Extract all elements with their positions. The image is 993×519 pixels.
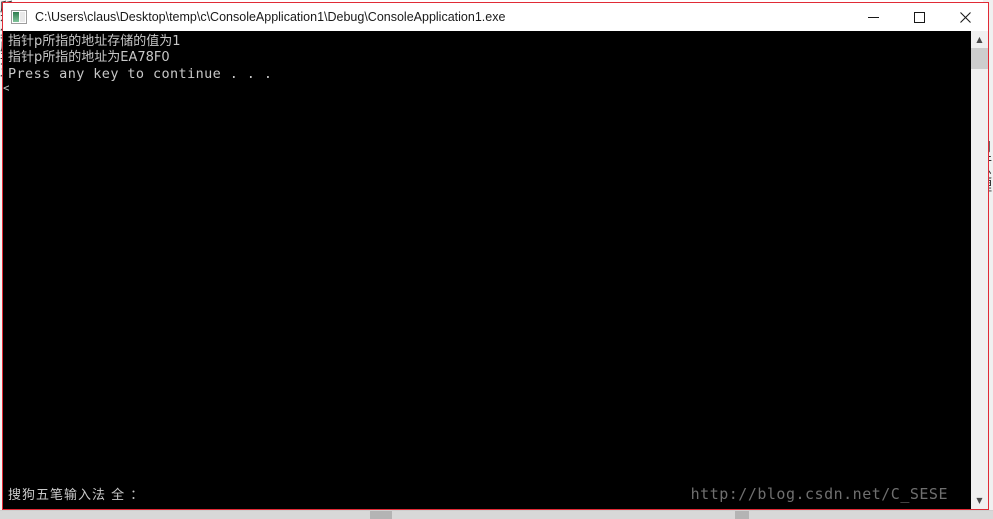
window-controls [850, 3, 988, 31]
console-window: C:\Users\claus\Desktop\temp\c\ConsoleApp… [2, 2, 989, 510]
maximize-button[interactable] [896, 3, 942, 31]
console-line-1: 指针p所指的地址存储的值为1 [8, 34, 181, 49]
console-output: 指针p所指的地址存储的值为1 指针p所指的地址为EA78F0 Press any… [3, 31, 970, 509]
console-line-2: 指针p所指的地址为EA78F0 [8, 50, 170, 65]
window-title: C:\Users\claus\Desktop\temp\c\ConsoleApp… [35, 10, 506, 24]
scrollbar-thumb[interactable] [971, 48, 988, 69]
scrollbar-track[interactable] [971, 69, 988, 492]
console-client-area[interactable]: 指针p所指的地址存储的值为1 指针p所指的地址为EA78F0 Press any… [3, 31, 988, 509]
minimize-button[interactable] [850, 3, 896, 31]
console-line-3: Press any key to continue . . . [8, 66, 273, 82]
console-cursor-fragment: < [3, 82, 9, 95]
strip-tab-1[interactable] [370, 511, 392, 519]
ime-status-bar[interactable]: 搜狗五笔输入法 全 ： [8, 484, 144, 503]
screen-root: 所有集成开发 月件处理 设置 C:\Users\claus\Desktop\te… [0, 0, 993, 519]
scroll-up-arrow-icon[interactable]: ▲ [971, 31, 988, 48]
strip-tab-2[interactable] [735, 511, 749, 519]
console-app-icon [11, 10, 27, 24]
desktop-bottom-strip [0, 510, 993, 519]
watermark-url: http://blog.csdn.net/C_SESE [690, 485, 948, 503]
window-titlebar[interactable]: C:\Users\claus\Desktop\temp\c\ConsoleApp… [3, 3, 988, 31]
console-scrollbar[interactable]: ▲ ▼ [970, 31, 988, 509]
scroll-down-arrow-icon[interactable]: ▼ [971, 492, 988, 509]
close-button[interactable] [942, 3, 988, 31]
